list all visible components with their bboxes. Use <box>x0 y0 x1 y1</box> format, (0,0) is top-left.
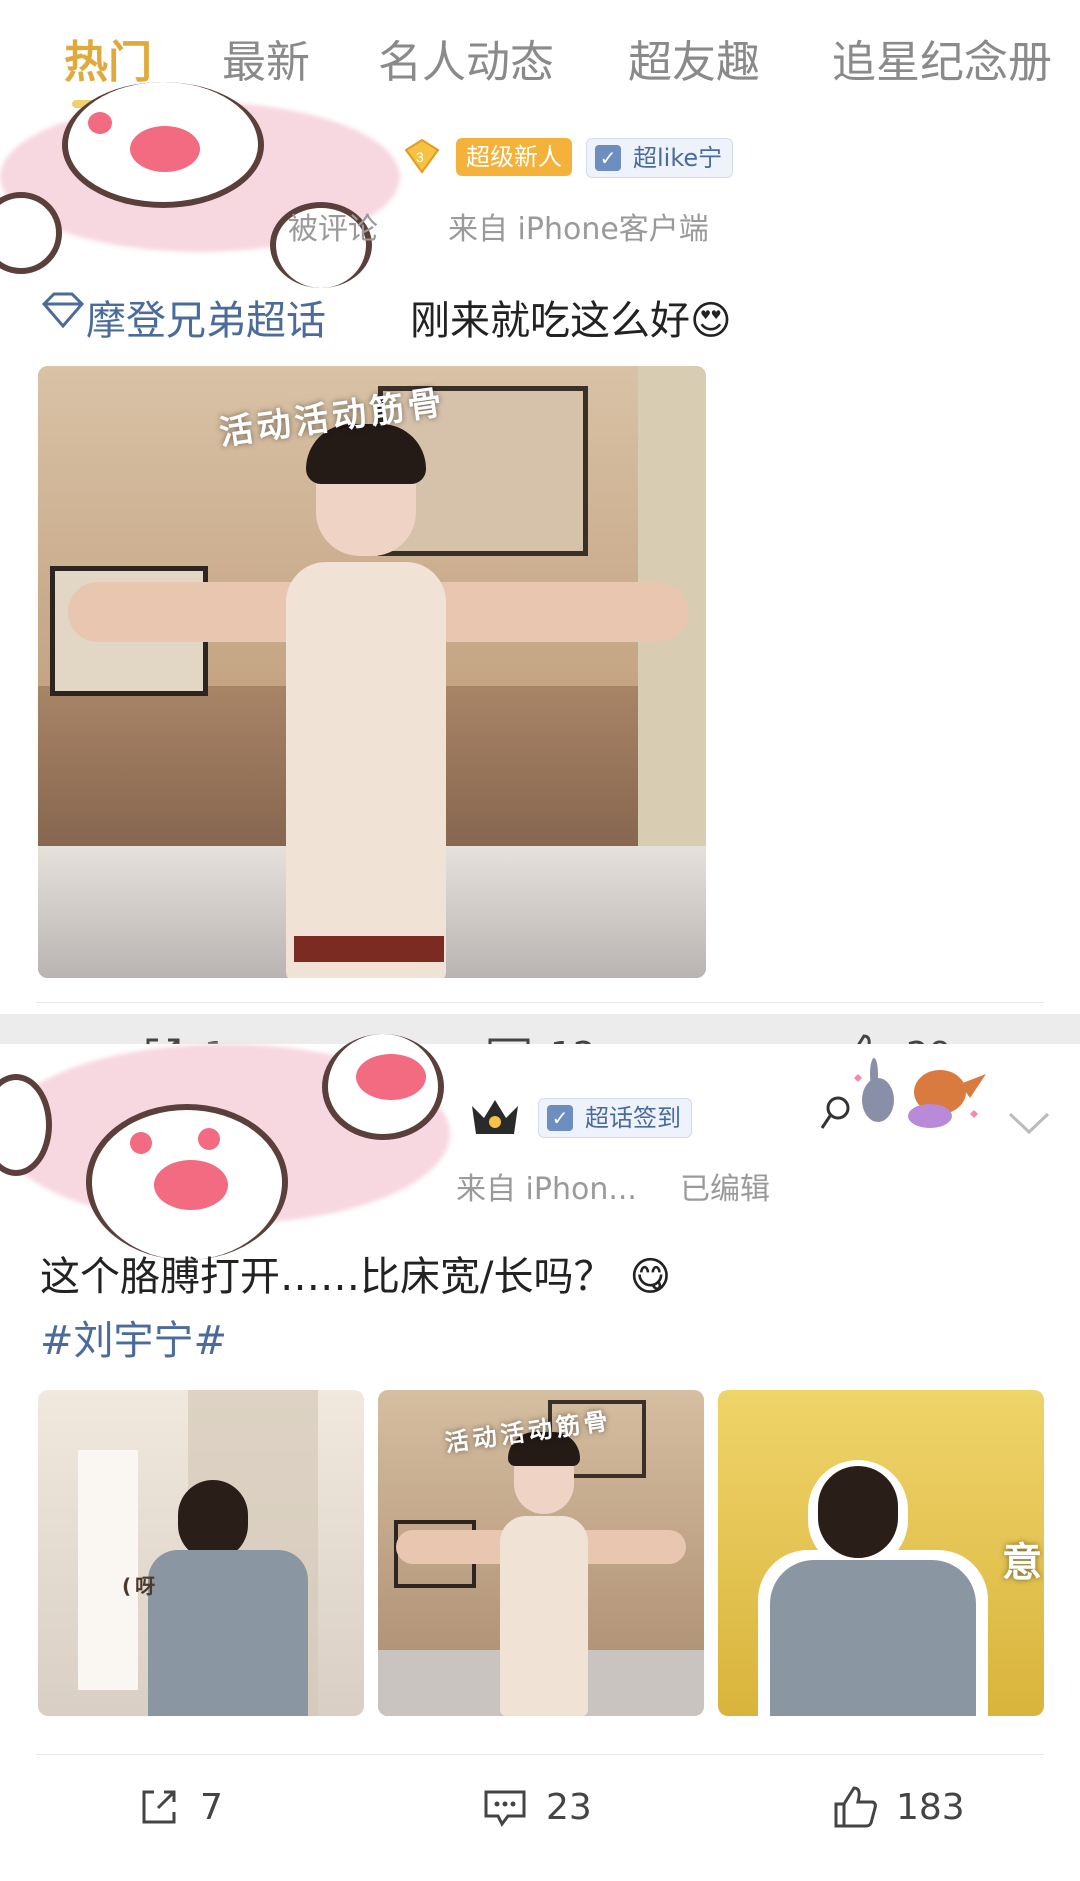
tab-fan-album[interactable]: 追星纪念册 <box>832 26 1052 90</box>
post-photo[interactable]: 意 <box>718 1390 1044 1716</box>
check-icon: ✓ <box>547 1105 573 1131</box>
post-text: 刚来就吃这么好😍 <box>410 298 732 344</box>
post-source: 来自 iPhone客户端 <box>448 212 709 247</box>
post-meta-partial: 被评论 <box>288 212 378 247</box>
tab-hot[interactable]: 热门 <box>64 26 152 90</box>
photo-caption: (呀 <box>122 1574 160 1598</box>
like-count: 183 <box>896 1786 965 1828</box>
post-card[interactable]: ✓ 超话签到 来自 iPhon... 已编辑 这个胳膊打开……比床宽/长吗？ 😋 … <box>0 1034 1080 1881</box>
cartoon-sticker <box>820 1054 990 1144</box>
divider <box>36 1754 1044 1755</box>
share-count: 7 <box>200 1786 223 1828</box>
tab-super-fun[interactable]: 超友趣 <box>628 26 760 90</box>
post-source: 来自 iPhon... <box>456 1172 637 1207</box>
like-button[interactable]: 183 <box>832 1784 965 1830</box>
comment-count: 23 <box>546 1786 592 1828</box>
hashtag-link[interactable]: #刘宇宁# <box>40 1308 227 1366</box>
check-icon: ✓ <box>595 145 621 171</box>
post-photo[interactable]: (呀 <box>38 1390 364 1716</box>
post-text: 这个胳膊打开……比床宽/长吗？ 😋 <box>40 1254 672 1300</box>
comment-button[interactable]: 23 <box>482 1784 592 1830</box>
divider <box>36 1002 1044 1003</box>
checkin-badge: ✓ 超话签到 <box>538 1098 692 1138</box>
comment-icon <box>484 1790 526 1827</box>
tab-latest[interactable]: 最新 <box>222 26 310 90</box>
post-card[interactable]: 3 超级新人 ✓ 超like宁 被评论 来自 iPhone客户端 摩登兄弟超话 … <box>0 82 1080 1076</box>
post-photo[interactable]: 活动活动筋骨 <box>378 1390 704 1716</box>
post-photo[interactable]: 活动活动筋骨 <box>38 366 706 978</box>
yummy-emoji: 😋 <box>629 1254 672 1300</box>
chevron-down-icon[interactable] <box>1006 1108 1052 1138</box>
edited-label: 已编辑 <box>680 1172 770 1207</box>
photo-caption: 意 <box>1002 1540 1044 1586</box>
super-fan-badge: ✓ 超like宁 <box>586 138 734 178</box>
topic-icon <box>40 292 86 332</box>
share-button[interactable]: 7 <box>136 1784 223 1830</box>
topic-link[interactable]: 摩登兄弟超话 <box>86 288 326 346</box>
heart-eyes-emoji: 😍 <box>690 298 732 344</box>
thumbs-up-icon <box>834 1786 877 1828</box>
level-icon: 3 <box>402 138 442 174</box>
crown-icon <box>468 1094 522 1138</box>
level-badge: 超级新人 <box>456 138 572 176</box>
share-icon <box>142 1790 176 1824</box>
svg-text:3: 3 <box>416 149 424 165</box>
tab-celebrity-news[interactable]: 名人动态 <box>378 26 554 90</box>
